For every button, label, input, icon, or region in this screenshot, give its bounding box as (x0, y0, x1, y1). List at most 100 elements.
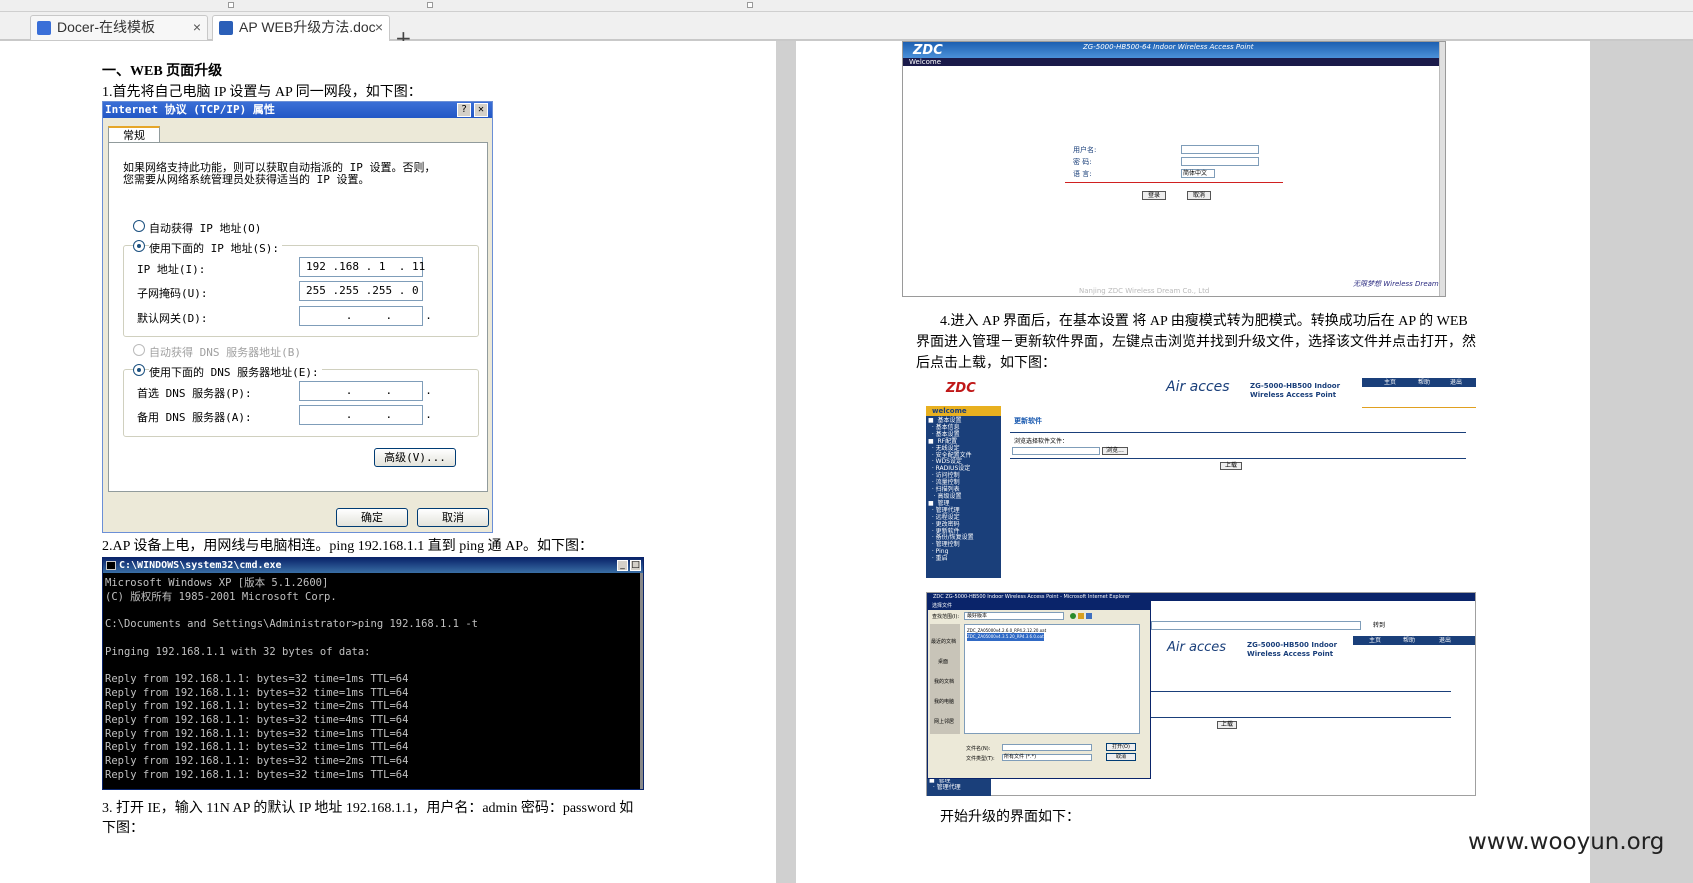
filetype-select[interactable]: 所有文件 (*.*) (1002, 754, 1092, 761)
place-network[interactable]: 网上邻居 (934, 718, 954, 726)
maximize-icon[interactable]: □ (630, 560, 641, 571)
minimize-icon[interactable]: _ (617, 560, 628, 571)
close-tab-icon[interactable]: × (193, 16, 201, 39)
divider (1010, 432, 1466, 433)
tab-general[interactable]: 常规 (108, 126, 160, 143)
dropdown-marker-icon[interactable] (228, 2, 234, 8)
auto-ip-radio[interactable] (133, 220, 145, 232)
word-doc-icon (219, 21, 233, 35)
product-line1: ZG-5000-HB500 Indoor (1247, 641, 1338, 649)
dropdown-marker-icon[interactable] (427, 2, 433, 8)
nav-home-link[interactable]: 主页 (1369, 637, 1381, 645)
language-label: 语 言: (1073, 170, 1092, 178)
document-margin-area (1590, 41, 1693, 883)
file-list[interactable]: ZDC_ZA05000v4.2.6.0_RP4.2.12.20.oat ZDC_… (964, 624, 1140, 734)
cancel-button[interactable]: 取消 (417, 508, 489, 527)
login-page-screenshot: ZDC ZG-5000-HB500-64 Indoor Wireless Acc… (902, 41, 1446, 297)
manual-dns-radio[interactable] (133, 364, 145, 376)
filename-field[interactable] (1002, 744, 1092, 751)
auto-dns-radio[interactable] (133, 344, 145, 356)
alternate-dns-label: 备用 DNS 服务器(A): (137, 411, 252, 424)
brand-logo: ZDC (946, 381, 976, 396)
manual-ip-radio[interactable] (133, 240, 145, 252)
divider (1151, 691, 1451, 692)
filetype-label: 文件类型(T): (966, 756, 995, 762)
place-computer[interactable]: 我的电脑 (934, 698, 954, 706)
look-in-select[interactable]: 最好版本 (964, 612, 1064, 620)
upgrade-page-screenshot: ZDC Air acces ZG-5000-HB500 Indoor Wirel… (926, 372, 1476, 582)
alternate-dns-field[interactable]: . . . (299, 405, 432, 425)
place-desktop[interactable]: 桌面 (938, 658, 948, 666)
advanced-button[interactable]: 高级(V)... (374, 448, 456, 467)
tab-label: Docer-在线模板 (57, 19, 156, 35)
dropdown-marker-icon[interactable] (747, 2, 753, 8)
place-recent[interactable]: 最近的文档 (931, 638, 956, 646)
tcpip-properties-dialog: Internet 协议 (TCP/IP) 属性 ? ✕ 常规 如果网络支持此功能… (102, 101, 493, 533)
intro-text: 您需要从网络系统管理员处获得适当的 IP 设置。 (123, 173, 370, 186)
cancel-button[interactable]: 取消 (1106, 753, 1136, 761)
ok-button[interactable]: 确定 (336, 508, 408, 527)
close-tab-icon[interactable]: × (375, 16, 383, 39)
subnet-mask-field[interactable]: 255 .255 .255 . 0 (299, 281, 423, 301)
airaccess-logo: Air acces (1166, 379, 1230, 395)
scrollbar[interactable] (1439, 42, 1445, 296)
password-field[interactable] (1181, 157, 1259, 166)
file-item-selected[interactable]: ZDC_ZA05000v4.3.5.20_RP4.3.6.0.oat (967, 633, 1044, 641)
file-chooser-screenshot: ZDC ZG-5000-HB500 Indoor Wireless Access… (926, 592, 1476, 796)
back-icon[interactable] (1070, 613, 1076, 619)
close-button[interactable]: ✕ (474, 103, 488, 117)
brand-logo: ZDC (913, 43, 943, 58)
paragraph-step1: 1.首先将自己电脑 IP 设置与 AP 同一网段，如下图： (102, 85, 422, 100)
slogan: 无限梦想 Wireless Dream (1353, 280, 1439, 288)
ip-address-label: IP 地址(I): (137, 263, 206, 276)
watermark: www.wooyun.org (1468, 829, 1665, 855)
up-folder-icon[interactable] (1078, 613, 1084, 619)
username-field[interactable] (1181, 145, 1259, 154)
gateway-field[interactable]: . . . (299, 306, 432, 326)
nav-logout-link[interactable]: 退出 (1439, 637, 1451, 645)
nav-home-link[interactable]: 主页 (1384, 379, 1396, 387)
nav-help-link[interactable]: 帮助 (1403, 637, 1415, 645)
gateway-label: 默认网关(D): (137, 312, 208, 325)
address-bar[interactable] (1151, 621, 1361, 630)
open-button[interactable]: 打开(O) (1106, 743, 1136, 751)
scrollbar[interactable] (640, 573, 643, 789)
manual-ip-label: 使用下面的 IP 地址(S): (149, 240, 282, 256)
sidebar-nav: ■ 基本设置 · 基本信息 · 基本设置 ■ RF配置 · 无线设定 · 安全配… (926, 416, 1001, 578)
cmd-output: Microsoft Windows XP [版本 5.1.2600] (C) 版… (105, 577, 478, 781)
product-line2: Wireless Access Point (1247, 650, 1334, 658)
language-select[interactable]: 简体中文 (1181, 169, 1215, 178)
browse-button[interactable]: 浏览... (1102, 447, 1128, 455)
manual-dns-label: 使用下面的 DNS 服务器地址(E): (149, 364, 322, 380)
choose-file-dialog: 选择文件 查找范围(I): 最好版本 最近的文档 桌面 我的文档 我的电脑 网上… (927, 601, 1151, 779)
filename-label: 文件名(N): (966, 746, 991, 752)
product-line1: ZG-5000-HB500 Indoor (1250, 382, 1341, 390)
upload-button[interactable]: 上载 (1217, 721, 1237, 729)
help-button[interactable]: ? (457, 103, 471, 117)
login-button[interactable]: 登录 (1142, 191, 1166, 200)
section-heading: 一、WEB 页面升级 (102, 64, 223, 79)
page-gutter (776, 41, 796, 883)
nav-help-link[interactable]: 帮助 (1418, 379, 1430, 387)
cancel-button[interactable]: 取消 (1187, 191, 1211, 200)
nav-logout-link[interactable]: 退出 (1450, 379, 1462, 387)
divider (1065, 182, 1283, 183)
ip-address-field[interactable]: 192 .168 . 1 . 11 (299, 257, 425, 277)
menu-strip (0, 0, 1693, 12)
paragraph-step4: 4.进入 AP 界面后，在基本设置 将 AP 由瘦模式转为肥模式。转换成功后在 … (940, 314, 1468, 329)
upload-button[interactable]: 上载 (1220, 462, 1242, 470)
dialog-title: Internet 协议 (TCP/IP) 属性 (103, 102, 492, 118)
top-nav: 主页 帮助 退出 (1353, 636, 1475, 645)
header-line (1362, 407, 1476, 408)
file-path-field[interactable] (1012, 447, 1100, 455)
place-documents[interactable]: 我的文档 (934, 678, 954, 686)
goto-button[interactable]: 转到 (1373, 622, 1385, 630)
preferred-dns-field[interactable]: . . . (299, 381, 432, 401)
welcome-bar: Welcome (903, 58, 1441, 66)
tab-docer[interactable]: Docer-在线模板 × (30, 15, 208, 40)
header-band: ZDC ZG-5000-HB500-64 Indoor Wireless Acc… (903, 42, 1441, 58)
tab-ap-web-doc[interactable]: AP WEB升级方法.doc × (212, 15, 390, 41)
new-folder-icon[interactable] (1086, 613, 1092, 619)
sidebar-menu[interactable]: ■ 基本设置 · 基本信息 · 基本设置 ■ RF配置 · 无线设定 · 安全配… (928, 417, 974, 563)
section-title: 更新软件 (1014, 417, 1042, 425)
